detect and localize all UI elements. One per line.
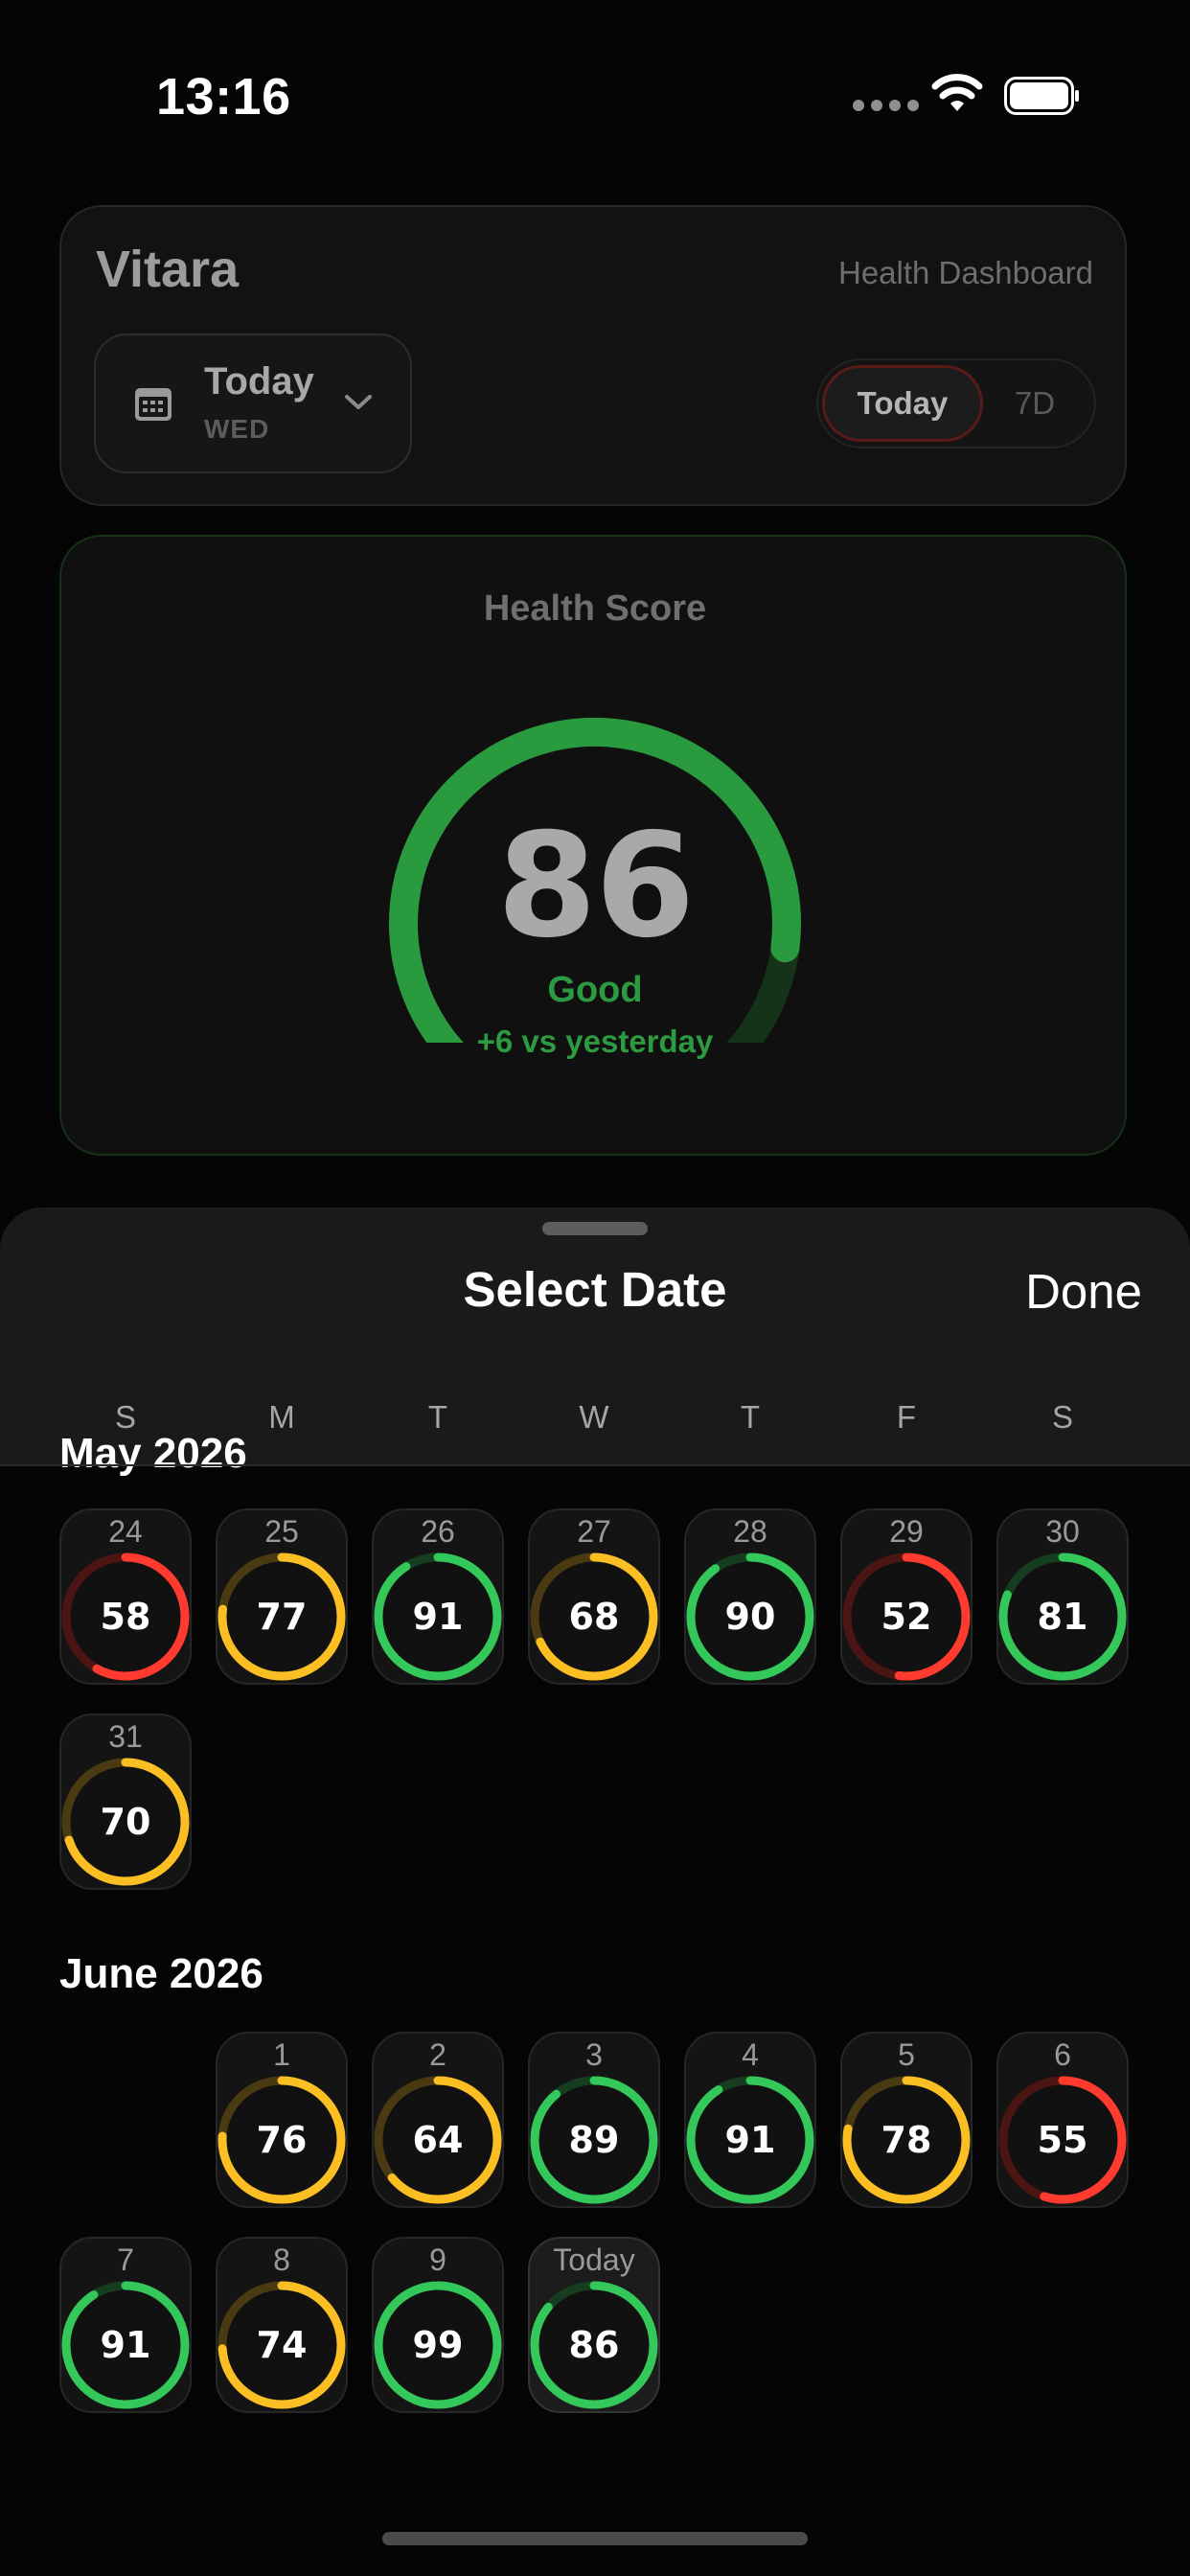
day-score: 81 — [1037, 1596, 1088, 1638]
day-score: 86 — [568, 2324, 620, 2366]
status-time: 13:16 — [156, 68, 291, 126]
day-score: 64 — [412, 2119, 464, 2161]
day-score: 74 — [256, 2324, 308, 2366]
date-picker-title: Today — [204, 360, 314, 402]
health-score-status: Good — [547, 970, 643, 1010]
weekday-label: S — [114, 1399, 136, 1435]
day-number: 9 — [429, 2242, 446, 2277]
day-number: 30 — [1045, 1514, 1080, 1549]
day-number: 26 — [421, 1514, 455, 1549]
health-score-change: +6 vs yesterday — [476, 1024, 714, 1059]
day-score: 99 — [412, 2324, 464, 2366]
chevron-down-icon — [345, 395, 372, 409]
day-score: 76 — [256, 2119, 308, 2161]
weekday-label: F — [896, 1399, 917, 1435]
done-button[interactable]: Done — [1025, 1263, 1142, 1320]
battery-icon — [1004, 77, 1079, 115]
month-label-may: May 2026 — [59, 1430, 247, 1477]
day-score: 89 — [568, 2119, 620, 2161]
day-score: 91 — [100, 2324, 151, 2366]
day-number: 7 — [117, 2242, 134, 2277]
day-number: 5 — [898, 2037, 915, 2072]
day-number: 27 — [577, 1514, 611, 1549]
day-number: 24 — [108, 1514, 143, 1549]
day-score: 91 — [412, 1596, 464, 1638]
weekday-divider — [0, 1464, 1190, 1466]
day-score: 70 — [100, 1801, 151, 1843]
day-score: 90 — [724, 1596, 776, 1638]
day-number: Today — [553, 2242, 635, 2277]
day-number: 25 — [264, 1514, 299, 1549]
sheet-grabber[interactable] — [542, 1222, 648, 1235]
day-score: 58 — [100, 1596, 151, 1638]
date-picker-weekday: WED — [204, 414, 270, 444]
weekday-label: M — [268, 1399, 295, 1435]
day-score: 78 — [881, 2119, 932, 2161]
day-number: 28 — [733, 1514, 767, 1549]
health-score-value: 86 — [496, 803, 696, 970]
segment-7d[interactable]: 7D — [996, 365, 1073, 442]
app-title: Vitara — [96, 241, 240, 298]
wifi-icon — [931, 74, 983, 111]
day-number: 2 — [429, 2037, 446, 2072]
weekday-label: S — [1051, 1399, 1073, 1435]
day-score: 77 — [256, 1596, 308, 1638]
day-number: 4 — [742, 2037, 759, 2072]
day-score: 55 — [1037, 2119, 1088, 2161]
sheet-title: Select Date — [463, 1262, 727, 1317]
day-score: 91 — [724, 2119, 776, 2161]
home-indicator — [382, 2532, 808, 2545]
day-number: 6 — [1054, 2037, 1071, 2072]
weekday-label: T — [740, 1399, 761, 1435]
weekday-label: W — [579, 1399, 609, 1435]
day-number: 8 — [273, 2242, 290, 2277]
day-score: 68 — [568, 1596, 620, 1638]
signal-icon — [853, 100, 919, 111]
month-label: June 2026 — [59, 1950, 263, 1997]
calendar-icon — [135, 388, 172, 421]
day-score: 52 — [881, 1596, 932, 1638]
day-number: 1 — [273, 2037, 290, 2072]
day-number: 3 — [585, 2037, 603, 2072]
day-number: 29 — [889, 1514, 924, 1549]
dashboard-label: Health Dashboard — [838, 255, 1093, 290]
segment-today[interactable]: Today — [822, 365, 983, 442]
health-score-title: Health Score — [483, 588, 707, 629]
weekday-label: T — [427, 1399, 448, 1435]
day-number: 31 — [108, 1719, 143, 1754]
